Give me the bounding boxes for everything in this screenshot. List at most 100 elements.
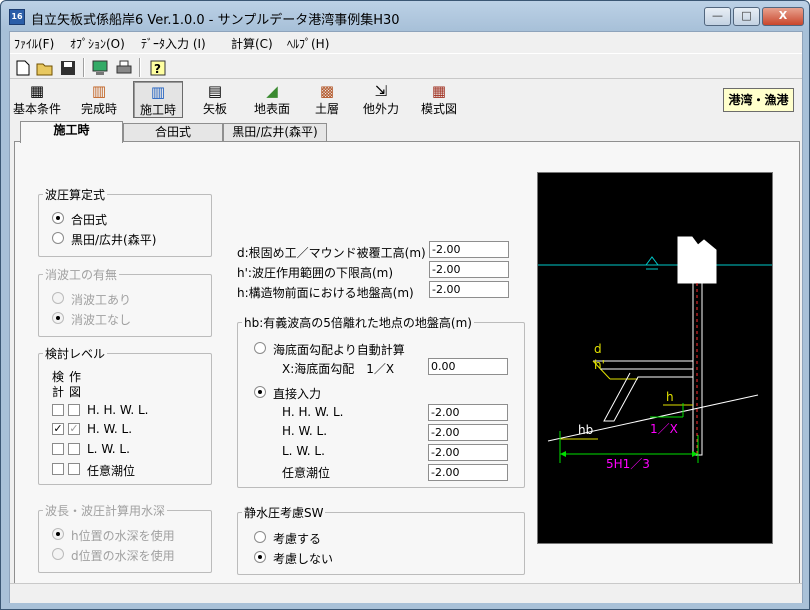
radio-label: 消波工あり (71, 293, 132, 307)
category-label: 施工時 (139, 103, 176, 117)
hb-group: hb:有義波高の5倍離れた地点の地盤高(m) 海底面勾配より自動計算 X:海底面… (237, 314, 525, 488)
column-header: 図 (69, 385, 82, 399)
category-button-complete[interactable]: ▥ 完成時 (74, 81, 124, 118)
radio-label: 直接入力 (273, 387, 322, 401)
menu-file[interactable]: ﾌｧｲﾙ(F) (14, 35, 54, 52)
d-input[interactable] (429, 241, 509, 258)
menu-options[interactable]: ｵﾌﾟｼｮﾝ(O) (70, 35, 125, 52)
h-symbol: h (666, 390, 674, 404)
app-icon: 16 (9, 9, 25, 25)
d-label: d:根固め工／マウンド被覆工高(m) (237, 246, 426, 260)
save-icon[interactable] (57, 57, 79, 78)
category-label: 完成時 (80, 102, 117, 116)
level-label: H. W. L. (87, 422, 133, 436)
category-button-sheetpile[interactable]: ▤ 矢板 (190, 81, 240, 118)
tab-kuroda[interactable]: 黒田/広井(森平) (223, 123, 327, 142)
hb-auto-radio[interactable] (254, 342, 266, 354)
new-file-icon[interactable] (12, 57, 34, 78)
category-button-schematic[interactable]: ▦ 模式図 (414, 81, 464, 118)
monitor-icon[interactable] (89, 57, 111, 78)
depth-h-radio[interactable] (52, 528, 64, 540)
level-label: 任意潮位 (87, 464, 136, 478)
hb-hwl-input[interactable] (428, 424, 508, 441)
group-title: 波圧算定式 (45, 188, 106, 202)
category-button-basic[interactable]: ▦ 基本条件 (12, 81, 62, 118)
maximize-button[interactable]: □ (733, 7, 760, 26)
wave-kuroda-radio[interactable] (52, 232, 64, 244)
hydro-yes-radio[interactable] (254, 531, 266, 543)
group-title: hb:有義波高の5倍離れた地点の地盤高(m) (244, 316, 472, 330)
category-label: 矢板 (202, 102, 227, 116)
slope-input[interactable] (428, 358, 508, 375)
toolbar-separator (83, 58, 85, 77)
ground-icon: ◢ (266, 82, 278, 100)
category-button-external[interactable]: ⇲ 他外力 (356, 81, 406, 118)
hb-direct-radio[interactable] (254, 386, 266, 398)
soil-layer-icon: ▩ (319, 82, 335, 100)
close-button[interactable]: X (762, 7, 804, 26)
open-folder-icon[interactable] (34, 57, 56, 78)
schematic-diagram: d h' h hb 1／X 5H1／3 (537, 172, 773, 544)
check-hwl-draw[interactable]: ✓ (68, 423, 80, 435)
level-label: L. W. L. (87, 442, 130, 456)
level-label: L. W. L. (282, 444, 325, 458)
tab-construction[interactable]: 施工時 (20, 121, 123, 143)
check-lwl-draw[interactable] (68, 443, 80, 455)
level-label: H. W. L. (282, 424, 328, 438)
svg-text:?: ? (154, 62, 161, 76)
category-label: 模式図 (420, 102, 457, 116)
minimize-button[interactable]: — (704, 7, 731, 26)
wall-icon: ▥ (91, 82, 107, 100)
print-icon[interactable] (113, 57, 135, 78)
category-button-construction[interactable]: ▥ 施工時 (133, 81, 183, 118)
radio-label: 黒田/広井(森平) (71, 233, 157, 247)
review-level-group: 検討レベル 検 作 計 図 H. H. W. L. ✓ ✓ H. W. L. L… (38, 345, 212, 485)
tab-goda[interactable]: 合田式 (123, 123, 223, 142)
radio-label: 合田式 (71, 213, 108, 227)
radio-label: d位置の水深を使用 (71, 549, 175, 563)
menu-data-input[interactable]: ﾃﾞｰﾀ入力 (I) (141, 35, 206, 52)
menu-calc[interactable]: 計算(C) (231, 35, 273, 52)
absorber-yes-radio[interactable] (52, 292, 64, 304)
water-depth-group: 波長・波圧計算用水深 h位置の水深を使用 d位置の水深を使用 (38, 502, 212, 573)
group-title: 検討レベル (45, 347, 106, 361)
slope-symbol: 1／X (650, 422, 678, 436)
grid-icon: ▦ (29, 82, 45, 100)
check-tide-review[interactable] (52, 463, 64, 475)
hydro-no-radio[interactable] (254, 551, 266, 563)
category-button-ground[interactable]: ◢ 地表面 (247, 81, 297, 118)
caisson-head (677, 236, 717, 284)
category-label: 他外力 (362, 102, 399, 116)
group-title: 消波工の有無 (45, 268, 118, 282)
category-button-soil[interactable]: ▩ 土層 (302, 81, 352, 118)
depth-d-radio[interactable] (52, 548, 64, 560)
wave-goda-radio[interactable] (52, 212, 64, 224)
menu-help[interactable]: ﾍﾙﾌﾟ(H) (287, 35, 329, 52)
absorber-no-radio[interactable] (52, 312, 64, 324)
check-hwl-review[interactable]: ✓ (52, 423, 64, 435)
level-label: 任意潮位 (282, 466, 331, 480)
toolbar: ? (10, 53, 802, 79)
hb-lwl-input[interactable] (428, 444, 508, 461)
h-input[interactable] (429, 281, 509, 298)
radio-label: 考慮する (273, 532, 322, 546)
hprime-label: h':波圧作用範囲の下限高(m) (237, 266, 394, 280)
tab-strip: 施工時 合田式 黒田/広井(森平) (14, 121, 804, 143)
category-label: 土層 (314, 102, 339, 116)
check-tide-draw[interactable] (68, 463, 80, 475)
radio-label: 考慮しない (273, 552, 334, 566)
check-hhwl-review[interactable] (52, 404, 64, 416)
hprime-input[interactable] (429, 261, 509, 278)
check-lwl-review[interactable] (52, 443, 64, 455)
wave-absorber-group: 消波工の有無 消波工あり 消波工なし (38, 266, 212, 337)
column-header: 計 (52, 385, 65, 399)
hb-tide-input[interactable] (428, 464, 508, 481)
status-bar (10, 583, 802, 603)
hb-hhwl-input[interactable] (428, 404, 508, 421)
group-title: 波長・波圧計算用水深 (45, 504, 166, 518)
check-hhwl-draw[interactable] (68, 404, 80, 416)
level-label: H. H. W. L. (87, 403, 149, 417)
help-icon[interactable]: ? (147, 57, 169, 78)
schematic-icon: ▦ (431, 82, 447, 100)
menu-bar: ﾌｧｲﾙ(F) ｵﾌﾟｼｮﾝ(O) ﾃﾞｰﾀ入力 (I) 計算(C) ﾍﾙﾌﾟ(… (10, 32, 802, 52)
